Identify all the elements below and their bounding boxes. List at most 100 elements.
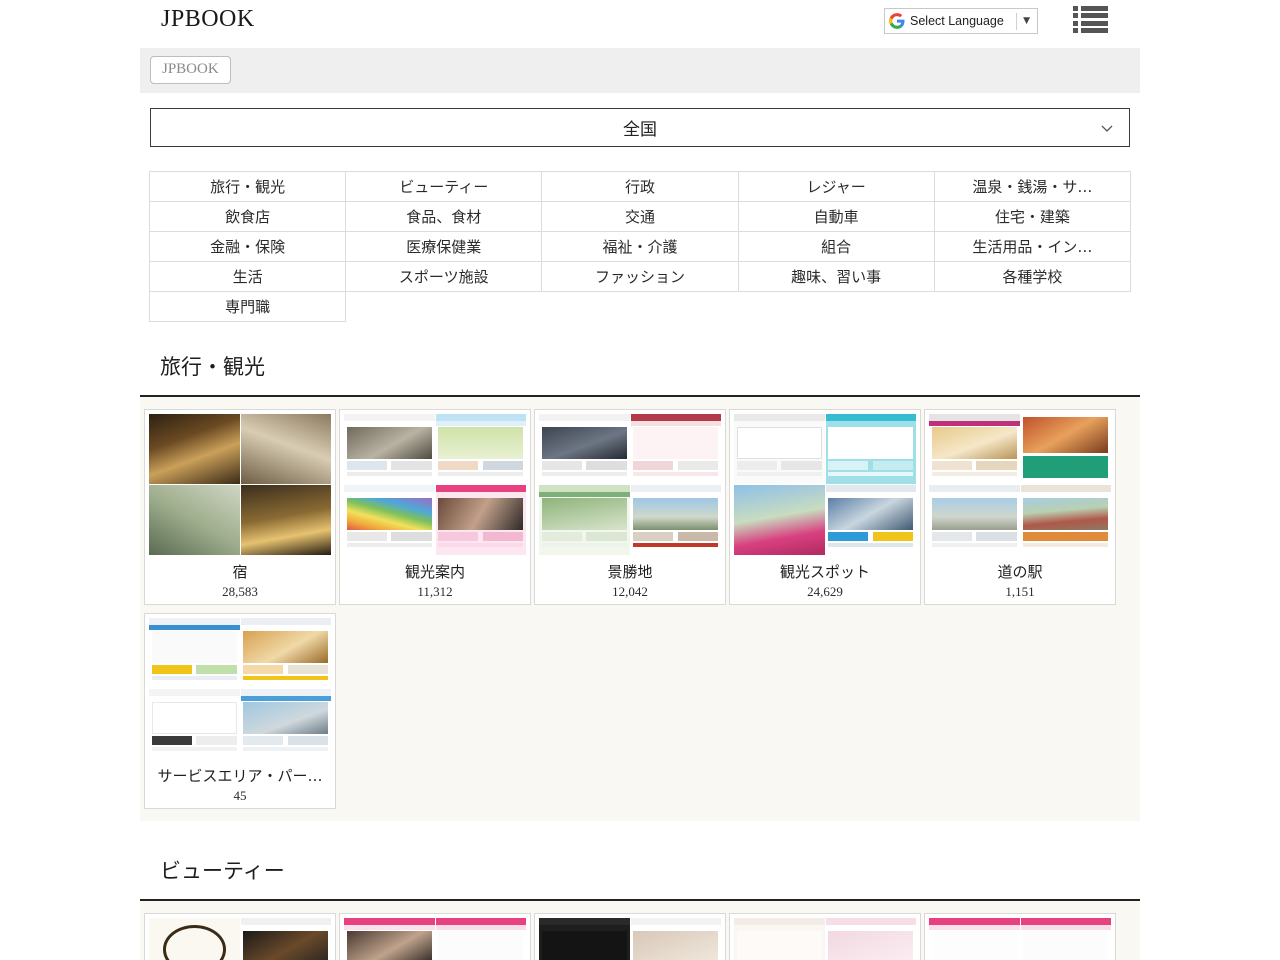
google-g-icon bbox=[889, 13, 905, 29]
card-thumbnail bbox=[929, 918, 1111, 960]
menu-row bbox=[1073, 13, 1108, 18]
thumb-tile bbox=[436, 485, 527, 555]
list-menu-icon[interactable] bbox=[1073, 6, 1108, 33]
translate-separator bbox=[1016, 13, 1017, 30]
menu-bullet bbox=[1073, 6, 1078, 11]
breadcrumb-item-jpbook[interactable]: JPBOOK bbox=[150, 56, 231, 84]
thumb-tile bbox=[344, 414, 435, 484]
table-row: 飲食店 食品、食材 交通 自動車 住宅・建築 bbox=[150, 202, 1131, 232]
thumb-tile bbox=[826, 918, 917, 960]
thumb-tile bbox=[241, 689, 332, 759]
list-item[interactable]: 観光案内 11,312 bbox=[339, 409, 531, 605]
thumb-tile bbox=[539, 414, 630, 484]
site-logo[interactable]: JPBOOK bbox=[161, 6, 255, 33]
menu-bar bbox=[1081, 13, 1108, 18]
category-cell-medical[interactable]: 医療保健業 bbox=[346, 232, 542, 262]
thumb-tile bbox=[631, 485, 722, 555]
category-cell-empty bbox=[934, 292, 1130, 322]
list-item[interactable]: 景勝地 12,042 bbox=[534, 409, 726, 605]
menu-bar bbox=[1081, 6, 1108, 11]
card-thumbnail bbox=[734, 918, 916, 960]
category-cell-beauty[interactable]: ビューティー bbox=[346, 172, 542, 202]
section-title: ビューティー bbox=[160, 855, 285, 885]
category-cell-travel[interactable]: 旅行・観光 bbox=[150, 172, 346, 202]
category-cell-automobile[interactable]: 自動車 bbox=[738, 202, 934, 232]
thumb-tile bbox=[149, 918, 240, 960]
section-travel: 旅行・観光 宿 28,583 観光案内 bbox=[140, 337, 1140, 821]
thumb-tile bbox=[149, 414, 240, 484]
list-item[interactable] bbox=[729, 913, 921, 960]
table-row: 旅行・観光 ビューティー 行政 レジャー 温泉・銭湯・サ… bbox=[150, 172, 1131, 202]
menu-row bbox=[1073, 21, 1108, 26]
section-card-grid bbox=[140, 901, 1140, 960]
category-cell-welfare[interactable]: 福祉・介護 bbox=[542, 232, 738, 262]
region-select[interactable]: 全国 bbox=[150, 108, 1130, 147]
section-beauty: ビューティー bbox=[140, 841, 1140, 960]
category-cell-onsen[interactable]: 温泉・銭湯・サ… bbox=[934, 172, 1130, 202]
menu-bullet bbox=[1073, 28, 1078, 33]
category-cell-schools[interactable]: 各種学校 bbox=[934, 262, 1130, 292]
category-cell-finance[interactable]: 金融・保険 bbox=[150, 232, 346, 262]
list-item[interactable] bbox=[534, 913, 726, 960]
thumb-tile bbox=[539, 918, 630, 960]
card-thumbnail bbox=[149, 618, 331, 759]
thumb-tile bbox=[929, 918, 1020, 960]
thumb-tile bbox=[1021, 414, 1112, 484]
thumb-tile bbox=[241, 618, 332, 688]
card-title: 道の駅 bbox=[929, 561, 1111, 582]
category-cell-government[interactable]: 行政 bbox=[542, 172, 738, 202]
thumb-tile bbox=[344, 918, 435, 960]
thumb-tile bbox=[734, 918, 825, 960]
category-cell-fashion[interactable]: ファッション bbox=[542, 262, 738, 292]
category-cell-professional[interactable]: 専門職 bbox=[150, 292, 346, 322]
category-cell-food[interactable]: 食品、食材 bbox=[346, 202, 542, 232]
category-cell-empty bbox=[346, 292, 542, 322]
thumb-tile bbox=[344, 485, 435, 555]
site-header: JPBOOK Select Language ▼ bbox=[0, 0, 1280, 48]
section-header: ビューティー bbox=[140, 841, 1140, 901]
section-header: 旅行・観光 bbox=[140, 337, 1140, 397]
section-card-grid: 宿 28,583 観光案内 11,312 bbox=[140, 397, 1140, 821]
card-count: 24,629 bbox=[734, 584, 916, 600]
category-cell-empty bbox=[542, 292, 738, 322]
category-cell-hobby[interactable]: 趣味、習い事 bbox=[738, 262, 934, 292]
category-table: 旅行・観光 ビューティー 行政 レジャー 温泉・銭湯・サ… 飲食店 食品、食材 … bbox=[149, 171, 1131, 322]
category-cell-housing[interactable]: 住宅・建築 bbox=[934, 202, 1130, 232]
category-cell-leisure[interactable]: レジャー bbox=[738, 172, 934, 202]
list-item[interactable] bbox=[144, 913, 336, 960]
list-item[interactable] bbox=[924, 913, 1116, 960]
menu-bullet bbox=[1073, 13, 1078, 18]
menu-bullet bbox=[1073, 21, 1078, 26]
thumb-tile bbox=[631, 918, 722, 960]
card-thumbnail bbox=[149, 414, 331, 555]
category-cell-sports[interactable]: スポーツ施設 bbox=[346, 262, 542, 292]
category-cell-empty bbox=[738, 292, 934, 322]
category-cell-union[interactable]: 組合 bbox=[738, 232, 934, 262]
thumb-tile bbox=[241, 918, 332, 960]
thumb-tile bbox=[149, 618, 240, 688]
breadcrumb: JPBOOK bbox=[140, 48, 1140, 93]
thumb-tile bbox=[436, 414, 527, 484]
list-item[interactable]: 道の駅 1,151 bbox=[924, 409, 1116, 605]
google-translate-widget[interactable]: Select Language ▼ bbox=[884, 8, 1038, 34]
menu-row bbox=[1073, 28, 1108, 33]
category-cell-transport[interactable]: 交通 bbox=[542, 202, 738, 232]
list-item[interactable] bbox=[339, 913, 531, 960]
category-cell-household[interactable]: 生活用品・イン… bbox=[934, 232, 1130, 262]
list-item[interactable]: サービスエリア・パー… 45 bbox=[144, 613, 336, 809]
section-title: 旅行・観光 bbox=[160, 351, 265, 381]
table-row: 金融・保険 医療保健業 福祉・介護 組合 生活用品・イン… bbox=[150, 232, 1131, 262]
thumb-tile bbox=[436, 918, 527, 960]
chevron-down-icon[interactable]: ▼ bbox=[1023, 16, 1033, 26]
category-cell-restaurant[interactable]: 飲食店 bbox=[150, 202, 346, 232]
thumb-tile bbox=[929, 485, 1020, 555]
list-item[interactable]: 宿 28,583 bbox=[144, 409, 336, 605]
card-thumbnail bbox=[539, 414, 721, 555]
thumb-tile bbox=[149, 689, 240, 759]
thumb-tile bbox=[826, 414, 917, 484]
card-count: 28,583 bbox=[149, 584, 331, 600]
category-cell-life[interactable]: 生活 bbox=[150, 262, 346, 292]
thumb-tile bbox=[1021, 918, 1112, 960]
list-item[interactable]: 観光スポット 24,629 bbox=[729, 409, 921, 605]
category-table-body: 旅行・観光 ビューティー 行政 レジャー 温泉・銭湯・サ… 飲食店 食品、食材 … bbox=[150, 172, 1131, 322]
